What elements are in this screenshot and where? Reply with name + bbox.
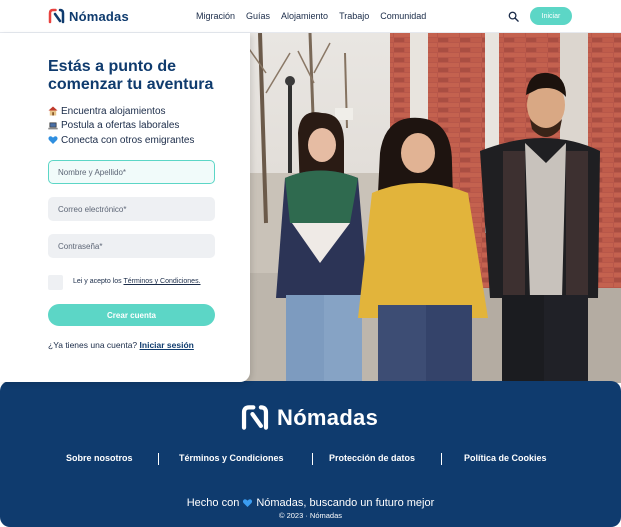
feature-text: Postula a ofertas laborales (61, 120, 180, 132)
footer-divider (158, 453, 159, 465)
footer-link-cookies[interactable]: Política de Cookies (464, 453, 547, 463)
footer: Nómadas Sobre nosotros Términos y Condic… (0, 381, 621, 527)
footer-divider (312, 453, 313, 465)
nomadas-logo-icon (241, 405, 269, 430)
footer-brand-name: Nómadas (277, 404, 379, 430)
have-account-label: ¿Ya tienes una cuenta? (48, 340, 138, 350)
nav-item-guias[interactable]: Guías (246, 11, 270, 21)
terms-checkbox[interactable] (48, 275, 63, 290)
signup-title: Estás a punto de comenzar tu aventura (48, 58, 238, 94)
have-account-text: ¿Ya tienes una cuenta? Iniciar sesión (48, 340, 194, 350)
nav-item-trabajo[interactable]: Trabajo (339, 11, 369, 21)
feature-text: Conecta con otros emigrantes (61, 134, 195, 146)
terms-link[interactable]: Términos y Condiciones. (123, 278, 200, 285)
feature-text: Encuentra alojamientos (61, 105, 166, 117)
house-icon (48, 106, 58, 116)
tagline-prefix: Hecho con (186, 497, 240, 509)
email-field[interactable] (48, 197, 215, 221)
footer-link-privacy[interactable]: Protección de datos (329, 453, 415, 463)
brand-logo[interactable]: Nómadas (48, 8, 129, 24)
footer-link-terms[interactable]: Términos y Condiciones (179, 453, 284, 463)
top-header: Nómadas Migración Guías Alojamiento Trab… (0, 0, 621, 33)
name-field[interactable] (48, 160, 215, 184)
blue-heart-icon (243, 499, 253, 507)
nav-item-migracion[interactable]: Migración (196, 11, 235, 21)
footer-link-about[interactable]: Sobre nosotros (66, 453, 133, 463)
nav-item-alojamiento[interactable]: Alojamiento (281, 11, 328, 21)
laptop-icon (48, 122, 58, 130)
signup-card: Estás a punto de comenzar tu aventura En… (0, 33, 250, 382)
blue-heart-icon (48, 136, 58, 145)
feature-item: Postula a ofertas laborales (48, 119, 194, 134)
footer-tagline: Hecho con Nómadas, buscando un futuro me… (0, 497, 621, 509)
terms-label: Lei y acepto los Términos y Condiciones. (73, 278, 201, 285)
create-account-button[interactable]: Crear cuenta (48, 304, 215, 326)
nav-item-comunidad[interactable]: Comunidad (380, 11, 426, 21)
terms-prefix: Lei y acepto los (73, 278, 122, 285)
tagline-suffix: Nómadas, buscando un futuro mejor (256, 497, 435, 509)
feature-item: Encuentra alojamientos (48, 104, 194, 119)
search-icon[interactable] (508, 11, 519, 22)
login-button[interactable]: Iniciar (530, 7, 572, 25)
copyright-text: © 2023 · Nómadas (278, 511, 343, 520)
feature-list: Encuentra alojamientos Postula a ofertas… (48, 104, 194, 148)
friends-walking-image (240, 33, 621, 383)
title-line-2: comenzar tu aventura (48, 76, 214, 93)
password-field[interactable] (48, 234, 215, 258)
login-link[interactable]: Iniciar sesión (140, 340, 194, 350)
feature-item: Conecta con otros emigrantes (48, 133, 194, 148)
footer-divider (441, 453, 442, 465)
main-nav: Migración Guías Alojamiento Trabajo Comu… (196, 11, 426, 21)
title-line-1: Estás a punto de (48, 58, 177, 75)
hero-photo (240, 33, 621, 383)
footer-logo[interactable]: Nómadas (240, 404, 378, 431)
brand-name: Nómadas (69, 8, 129, 24)
nomadas-logo-icon (48, 8, 65, 24)
